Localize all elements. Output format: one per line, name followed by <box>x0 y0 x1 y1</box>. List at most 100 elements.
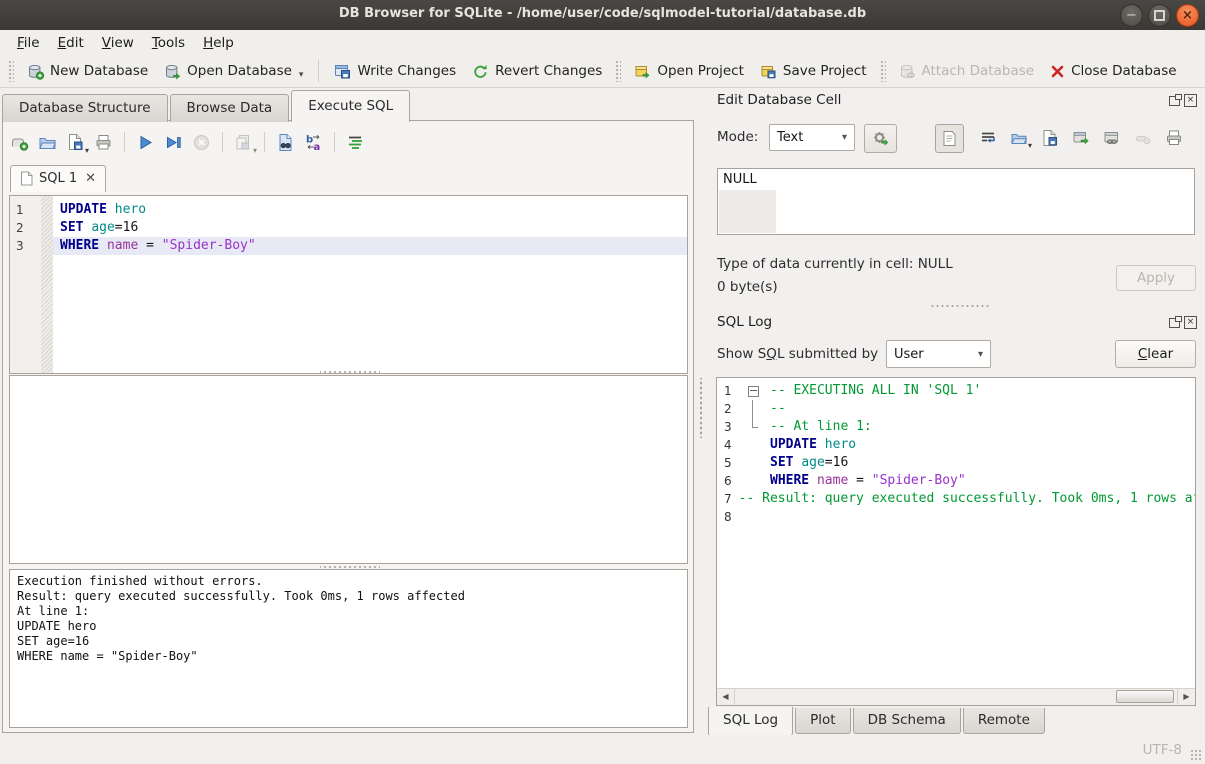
code-text: SET age=16 <box>53 219 687 237</box>
cell-value-editor[interactable]: NULL <box>717 168 1195 235</box>
bottom-dock-tabbar: SQL Log Plot DB Schema Remote <box>708 708 1047 736</box>
print-sql-icon[interactable] <box>94 133 113 152</box>
tab-execute-sql[interactable]: Execute SQL <box>291 90 410 122</box>
save-results-dropdown-icon: ▾ <box>253 146 257 155</box>
new-sql-tab-icon[interactable] <box>10 133 29 152</box>
execute-sql-panel: ▾ ▾ ba SQL 1 ✕ 1UPDATE hero2SET age=163W… <box>2 120 694 733</box>
tab-sql-log[interactable]: SQL Log <box>708 707 793 736</box>
close-database-icon <box>1050 64 1065 79</box>
maximize-button[interactable] <box>1148 4 1171 27</box>
code-line: 4UPDATE hero <box>717 436 1195 454</box>
edit-cell-dock-controls: × <box>1169 94 1197 107</box>
panel-splitter-handle[interactable] <box>698 378 703 438</box>
execute-all-icon[interactable] <box>136 133 155 152</box>
float-dock-icon[interactable] <box>1169 318 1180 328</box>
fold-margin <box>745 508 763 526</box>
write-changes-button[interactable]: Write Changes <box>326 60 464 83</box>
mode-select[interactable]: Text <box>769 124 855 151</box>
save-sql-dropdown-icon[interactable]: ▾ <box>85 146 89 155</box>
fold-margin <box>745 436 763 454</box>
scrollbar-thumb[interactable] <box>1116 690 1174 703</box>
scroll-right-icon[interactable]: ▶ <box>1177 689 1195 704</box>
line-number: 1 <box>10 201 41 219</box>
splitter-handle[interactable] <box>320 369 380 374</box>
line-number: 8 <box>717 508 745 526</box>
log-horizontal-scrollbar[interactable]: ◀ ▶ <box>717 688 1195 705</box>
revert-changes-button[interactable]: Revert Changes <box>464 60 610 83</box>
fold-margin <box>41 219 53 237</box>
code-text: WHERE name = "Spider-Boy" <box>763 472 1195 490</box>
import-cell-data-icon[interactable]: ▾ <box>1010 129 1028 147</box>
menu-edit[interactable]: Edit <box>49 32 93 54</box>
sql-log-filter-row: Show SQL submitted by User Clear <box>717 340 1196 368</box>
open-project-button[interactable]: Open Project <box>626 60 752 83</box>
open-in-external-icon[interactable] <box>1072 129 1090 147</box>
sql-tab-close-icon[interactable]: ✕ <box>85 171 96 186</box>
close-dock-icon[interactable]: × <box>1184 316 1197 329</box>
tab-browse-data[interactable]: Browse Data <box>170 94 290 122</box>
auto-apply-button[interactable] <box>864 124 897 153</box>
tab-plot[interactable]: Plot <box>795 708 850 734</box>
clear-log-button[interactable]: Clear <box>1115 340 1196 368</box>
format-sql-icon[interactable] <box>346 133 365 152</box>
scroll-left-icon[interactable]: ◀ <box>717 689 735 704</box>
main-toolbar: New Database Open Database ▾ Write Chang… <box>0 55 1205 88</box>
execute-line-icon[interactable] <box>164 133 183 152</box>
tab-database-structure[interactable]: Database Structure <box>2 94 168 122</box>
minimize-button[interactable]: − <box>1120 4 1143 27</box>
toolbar-drag-handle[interactable] <box>615 60 621 82</box>
tab-remote[interactable]: Remote <box>963 708 1045 734</box>
new-database-button[interactable]: New Database <box>19 60 156 83</box>
fold-marker[interactable] <box>745 382 763 400</box>
copy-link-icon[interactable] <box>1103 129 1121 147</box>
toolbar-drag-handle[interactable] <box>880 60 886 82</box>
attach-database-icon <box>899 63 916 80</box>
replace-icon[interactable]: ba <box>304 133 323 152</box>
toolbar-drag-handle[interactable] <box>8 60 14 82</box>
menu-file[interactable]: File <box>8 32 49 54</box>
resize-grip[interactable] <box>1190 749 1202 761</box>
menu-view[interactable]: View <box>93 32 143 54</box>
menu-help[interactable]: Help <box>194 32 243 54</box>
float-dock-icon[interactable] <box>1169 96 1180 106</box>
tab-db-schema[interactable]: DB Schema <box>853 708 961 734</box>
import-dropdown-icon[interactable]: ▾ <box>1028 141 1032 150</box>
print-cell-icon[interactable] <box>1165 129 1183 147</box>
code-line: 3-- At line 1: <box>717 418 1195 436</box>
submitted-by-select[interactable]: User <box>886 340 991 368</box>
fold-marker <box>745 418 763 436</box>
fold-margin <box>41 237 53 255</box>
fold-marker <box>745 400 763 418</box>
open-sql-file-icon[interactable] <box>38 133 57 152</box>
export-cell-data-icon[interactable] <box>1041 129 1059 147</box>
attach-database-button: Attach Database <box>891 60 1043 83</box>
code-text: -- Result: query executed successfully. … <box>732 490 1196 508</box>
code-text: -- EXECUTING ALL IN 'SQL 1' <box>763 382 1195 400</box>
find-icon[interactable] <box>276 133 295 152</box>
svg-text:a: a <box>314 142 321 152</box>
sql-editor[interactable]: 1UPDATE hero2SET age=163WHERE name = "Sp… <box>9 195 688 374</box>
line-number: 3 <box>10 237 41 255</box>
open-database-dropdown-icon[interactable]: ▾ <box>299 70 304 80</box>
window-controls: − × <box>1120 4 1199 27</box>
sql-tab-1[interactable]: SQL 1 ✕ <box>10 165 106 192</box>
close-button[interactable]: × <box>1176 4 1199 27</box>
sql-log-content: 1-- EXECUTING ALL IN 'SQL 1'2--3-- At li… <box>717 382 1195 526</box>
close-database-button[interactable]: Close Database <box>1042 60 1184 82</box>
sql-tab-label: SQL 1 <box>39 171 77 186</box>
save-project-icon <box>760 63 777 80</box>
line-number: 3 <box>717 418 745 436</box>
open-database-button[interactable]: Open Database ▾ <box>156 59 311 83</box>
word-wrap-icon[interactable] <box>979 129 997 147</box>
sql-log-view: 1-- EXECUTING ALL IN 'SQL 1'2--3-- At li… <box>716 377 1196 706</box>
text-mode-icon[interactable] <box>935 124 964 153</box>
open-database-icon <box>164 63 181 80</box>
results-grid-pane <box>9 375 688 564</box>
save-sql-file-icon[interactable]: ▾ <box>66 133 85 152</box>
menu-tools[interactable]: Tools <box>143 32 194 54</box>
close-dock-icon[interactable]: × <box>1184 94 1197 107</box>
encoding-indicator: UTF-8 <box>1143 742 1182 758</box>
fold-margin <box>745 454 763 472</box>
save-project-button[interactable]: Save Project <box>752 60 875 83</box>
dock-splitter-handle[interactable] <box>930 304 990 309</box>
